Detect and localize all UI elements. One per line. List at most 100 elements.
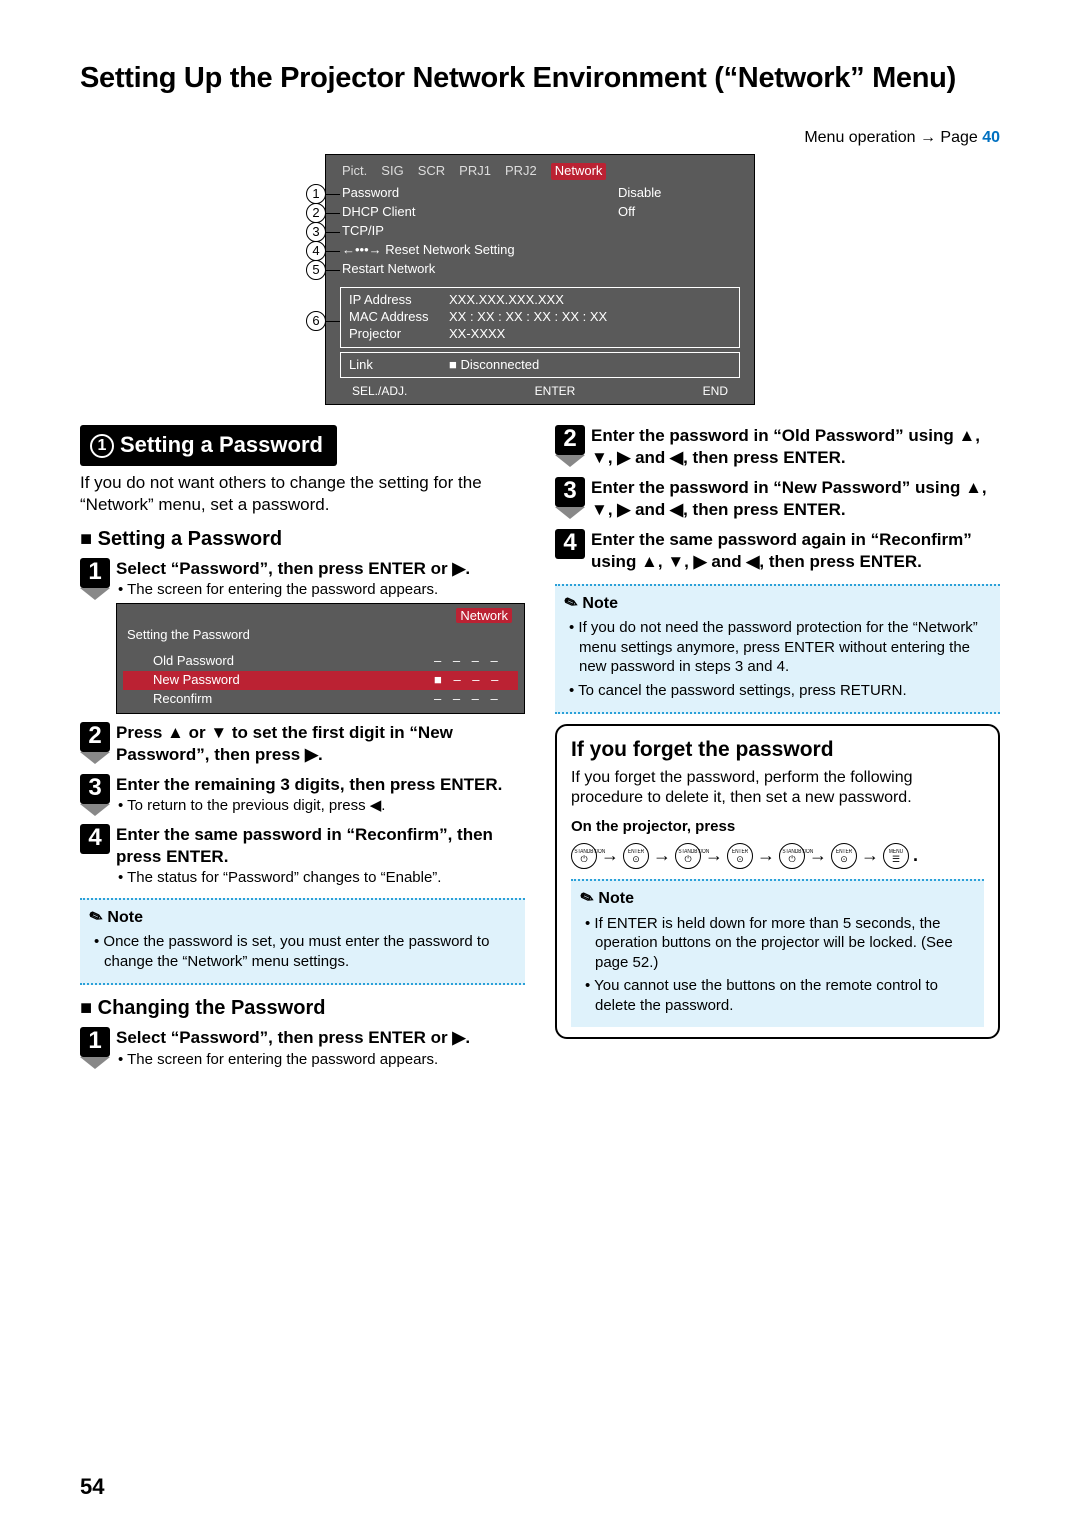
link-status-box: Link■ Disconnected xyxy=(340,352,740,379)
pw-panel-tab: Network xyxy=(456,608,512,623)
step-2-num: 2 xyxy=(80,722,110,752)
pw-new-val: ■ – – – xyxy=(434,672,514,689)
note-1-label: Note xyxy=(90,908,515,929)
network-info-box: IP AddressXXX.XXX.XXX.XXX MAC AddressXX … xyxy=(340,287,740,348)
menu-item-restart: Restart Network xyxy=(342,261,738,278)
info-ip-label: IP Address xyxy=(349,292,449,309)
forget-title: If you forget the password xyxy=(571,736,984,763)
r-step-4-num: 4 xyxy=(555,529,585,559)
tab-prj2: PRJ2 xyxy=(505,163,537,180)
standby-button-icon: STANDBY/ON⏻ xyxy=(675,843,701,869)
forget-password-box: If you forget the password If you forget… xyxy=(555,724,1000,1039)
pw-reconfirm-val: – – – – xyxy=(434,691,514,708)
section-1-num: 1 xyxy=(90,434,114,458)
note-box-1: Note Once the password is set, you must … xyxy=(80,898,525,986)
step-3-num: 3 xyxy=(80,774,110,804)
key-sequence: STANDBY/ON⏻→ ENTER⊙→ STANDBY/ON⏻→ ENTER⊙… xyxy=(571,843,984,869)
step-1-sub: • The screen for entering the password a… xyxy=(126,580,525,600)
page-title: Setting Up the Projector Network Environ… xyxy=(80,60,1000,98)
step-2-text: Press ▲ or ▼ to set the first digit in “… xyxy=(116,723,453,764)
tab-network: Network xyxy=(551,163,607,180)
step-3-sub: • To return to the previous digit, press… xyxy=(126,796,525,816)
footer-sel: SEL./ADJ. xyxy=(352,384,407,400)
pw-reconfirm-label: Reconfirm xyxy=(153,691,434,708)
pw-panel-title: Setting the Password xyxy=(123,625,518,652)
down-arrow-icon xyxy=(80,1057,110,1069)
step-3-text: Enter the remaining 3 digits, then press… xyxy=(116,775,502,794)
r-step-4-text: Enter the same password again in “Reconf… xyxy=(591,530,972,571)
step-1-num: 1 xyxy=(80,558,110,588)
step-4-sub: • The status for “Password” changes to “… xyxy=(126,868,525,888)
menu-item-dhcp: DHCP Client xyxy=(342,204,618,221)
tab-scr: SCR xyxy=(418,163,445,180)
enter-button-icon: ENTER⊙ xyxy=(831,843,857,869)
note-2-label: Note xyxy=(565,594,990,615)
menu-item-password: Password xyxy=(342,185,618,202)
page-link-40[interactable]: 40 xyxy=(982,129,1000,146)
pw-new-label: New Password xyxy=(153,672,434,689)
r-step-3-num: 3 xyxy=(555,477,585,507)
down-arrow-icon xyxy=(80,752,110,764)
enter-button-icon: ENTER⊙ xyxy=(727,843,753,869)
changing-password-heading: Changing the Password xyxy=(80,995,525,1021)
forget-note-label: Note xyxy=(581,889,974,910)
tab-sig: SIG xyxy=(381,163,403,180)
menu-item-reset: ←•••→ Reset Network Setting xyxy=(342,242,738,259)
menu-val-password: Disable xyxy=(618,185,738,202)
tab-prj1: PRJ1 xyxy=(459,163,491,180)
menu-footer: SEL./ADJ. ENTER END xyxy=(334,382,746,400)
r-step-3-text: Enter the password in “New Password” usi… xyxy=(591,478,987,519)
menu-val-dhcp: Off xyxy=(618,204,738,221)
standby-button-icon: STANDBY/ON⏻ xyxy=(779,843,805,869)
section-1-badge: 1Setting a Password xyxy=(80,425,337,466)
info-projector-label: Projector xyxy=(349,326,449,343)
menu-operation-ref: Menu operation → Page 40 xyxy=(80,128,1000,149)
step-1-text: Select “Password”, then press ENTER or ▶… xyxy=(116,559,470,578)
down-arrow-icon xyxy=(80,804,110,816)
setting-password-heading: Setting a Password xyxy=(80,526,525,552)
note-box-2: Note If you do not need the password pro… xyxy=(555,584,1000,715)
forget-note-item-1: If ENTER is held down for more than 5 se… xyxy=(581,914,974,973)
r-step-2-text: Enter the password in “Old Password” usi… xyxy=(591,426,980,467)
tab-pict: Pict. xyxy=(342,163,367,180)
step-4-text: Enter the same password in “Reconfirm”, … xyxy=(116,825,493,866)
chg-step-1-text: Select “Password”, then press ENTER or ▶… xyxy=(116,1028,470,1047)
section-1-title: Setting a Password xyxy=(120,432,323,457)
note-2-item-1: If you do not need the password protecti… xyxy=(565,618,990,677)
forget-body: If you forget the password, perform the … xyxy=(571,768,984,810)
note-2-item-2: To cancel the password settings, press R… xyxy=(565,681,990,701)
pw-old-val: – – – – xyxy=(434,653,514,670)
forget-note-item-2: You cannot use the buttons on the remote… xyxy=(581,976,974,1015)
page-number: 54 xyxy=(80,1473,104,1502)
callout-4: 4 xyxy=(306,241,326,261)
menu-tabs: Pict. SIG SCR PRJ1 PRJ2 Network xyxy=(334,161,746,184)
standby-button-icon: STANDBY/ON⏻ xyxy=(571,843,597,869)
down-arrow-icon xyxy=(555,455,585,467)
info-mac-value: XX : XX : XX : XX : XX : XX xyxy=(449,309,607,326)
down-arrow-icon xyxy=(80,588,110,600)
info-projector-value: XX-XXXX xyxy=(449,326,505,343)
note-1-item: Once the password is set, you must enter… xyxy=(90,932,515,971)
callout-6: 6 xyxy=(306,311,326,331)
pw-old-label: Old Password xyxy=(153,653,434,670)
step-4-num: 4 xyxy=(80,824,110,854)
network-menu-panel: Pict. SIG SCR PRJ1 PRJ2 Network 1 Passwo… xyxy=(325,154,755,405)
footer-end: END xyxy=(703,384,728,400)
down-arrow-icon xyxy=(555,507,585,519)
password-entry-panel: Network Setting the Password Old Passwor… xyxy=(116,603,525,713)
section-1-intro: If you do not want others to change the … xyxy=(80,472,525,516)
menu-item-tcpip: TCP/IP xyxy=(342,223,738,240)
link-value: ■ Disconnected xyxy=(449,357,539,374)
callout-1: 1 xyxy=(306,184,326,204)
r-step-2-num: 2 xyxy=(555,425,585,455)
callout-5: 5 xyxy=(306,260,326,280)
callout-3: 3 xyxy=(306,222,326,242)
chg-step-1-sub: • The screen for entering the password a… xyxy=(126,1050,525,1070)
menu-button-icon: MENU☰ xyxy=(883,843,909,869)
enter-button-icon: ENTER⊙ xyxy=(623,843,649,869)
info-mac-label: MAC Address xyxy=(349,309,449,326)
chg-step-1-num: 1 xyxy=(80,1027,110,1057)
footer-enter: ENTER xyxy=(535,384,576,400)
callout-2: 2 xyxy=(306,203,326,223)
info-ip-value: XXX.XXX.XXX.XXX xyxy=(449,292,564,309)
